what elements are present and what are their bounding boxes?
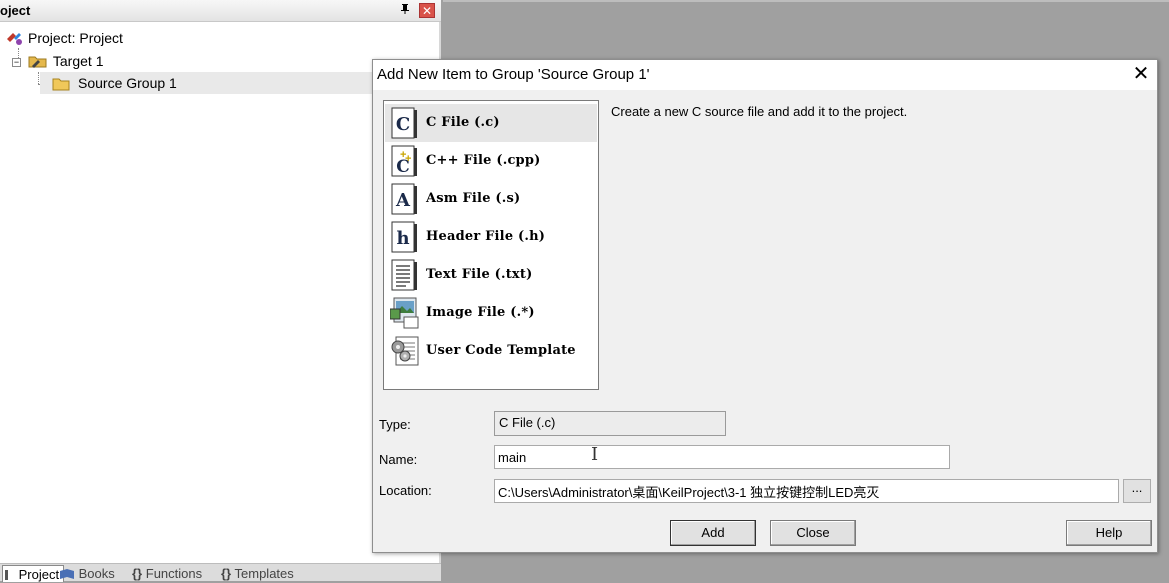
tree-label-group: Source Group 1 — [78, 75, 177, 91]
svg-text:+: + — [405, 153, 411, 165]
tree-label-target: Target 1 — [52, 53, 104, 69]
item-label: Text File (.txt) — [426, 267, 533, 282]
templates-icon: {} — [221, 566, 232, 581]
browse-button[interactable]: ... — [1123, 479, 1151, 503]
list-item-image-file[interactable]: Image File (.*) — [385, 294, 597, 332]
tab-templates[interactable]: {} Templates — [219, 565, 298, 582]
type-field: C File (.c) — [494, 411, 726, 436]
add-new-item-dialog: Add New Item to Group 'Source Group 1' ✕… — [372, 59, 1158, 553]
svg-text:C: C — [396, 114, 410, 135]
tab-label: Books — [78, 566, 115, 581]
tree-label-project: Project: Project — [28, 30, 123, 46]
c-file-icon: C — [390, 107, 418, 139]
project-pane-title: oject — [0, 3, 31, 18]
name-label: Name: — [379, 452, 418, 467]
dialog-titlebar: Add New Item to Group 'Source Group 1' ✕ — [373, 60, 1157, 90]
close-button[interactable]: Close — [770, 520, 856, 546]
tab-label: Project — [18, 567, 60, 582]
name-input[interactable] — [494, 445, 950, 469]
books-icon — [60, 569, 74, 579]
project-tab-icon — [5, 570, 8, 580]
header-file-icon: h — [390, 221, 418, 253]
image-file-icon — [389, 297, 419, 329]
pane-close-icon[interactable]: ✕ — [419, 3, 435, 18]
text-file-icon — [390, 259, 418, 291]
item-label: C File (.c) — [426, 115, 500, 130]
tree-item-project[interactable]: Project: Project — [4, 27, 123, 49]
tab-functions[interactable]: {} Functions — [130, 565, 206, 582]
list-item-header-file[interactable]: h Header File (.h) — [385, 218, 597, 256]
location-input[interactable] — [494, 479, 1119, 503]
functions-icon: {} — [132, 566, 143, 581]
tab-label: Templates — [234, 566, 294, 581]
list-item-cpp-file[interactable]: C + + C++ File (.cpp) — [385, 142, 597, 180]
text-cursor-icon: I — [591, 444, 599, 465]
project-icon — [4, 30, 24, 52]
tab-project[interactable]: Project — [2, 565, 65, 582]
collapse-icon[interactable]: − — [12, 57, 21, 67]
item-label: Asm File (.s) — [426, 191, 521, 206]
workspace-border — [443, 0, 1169, 2]
close-icon[interactable]: ✕ — [1130, 63, 1152, 85]
cpp-file-icon: C + + — [390, 145, 418, 177]
item-label: Image File (.*) — [426, 305, 535, 320]
code-template-icon — [390, 335, 419, 367]
dialog-title: Add New Item to Group 'Source Group 1' — [377, 66, 650, 83]
project-pane-tabs: Project Books {} Functions {} Templates — [0, 563, 441, 582]
add-button[interactable]: Add — [670, 520, 756, 546]
pin-icon[interactable] — [400, 3, 410, 18]
tree-item-target[interactable]: − Target 1 — [12, 50, 103, 72]
asm-file-icon: A — [390, 183, 418, 215]
svg-text:h: h — [396, 228, 409, 249]
type-label: Type: — [379, 417, 411, 432]
folder-icon — [52, 75, 70, 97]
list-item-c-file[interactable]: C C File (.c) — [385, 104, 597, 142]
item-label: User Code Template — [426, 343, 576, 358]
svg-text:A: A — [395, 190, 411, 211]
item-label: Header File (.h) — [426, 229, 546, 244]
list-item-user-code-template[interactable]: User Code Template — [385, 332, 597, 370]
tab-label: Functions — [145, 566, 203, 581]
list-item-asm-file[interactable]: A Asm File (.s) — [385, 180, 597, 218]
list-item-text-file[interactable]: Text File (.txt) — [385, 256, 597, 294]
tab-books[interactable]: Books — [57, 565, 119, 582]
help-button[interactable]: Help — [1066, 520, 1152, 546]
project-pane-titlebar: oject ✕ — [0, 0, 441, 22]
file-type-list[interactable]: C C File (.c) C + + C++ File (.cpp) A Asm … — [383, 100, 599, 390]
location-label: Location: — [379, 483, 432, 498]
item-description: Create a new C source file and add it to… — [611, 104, 908, 119]
item-label: C++ File (.cpp) — [426, 153, 541, 168]
